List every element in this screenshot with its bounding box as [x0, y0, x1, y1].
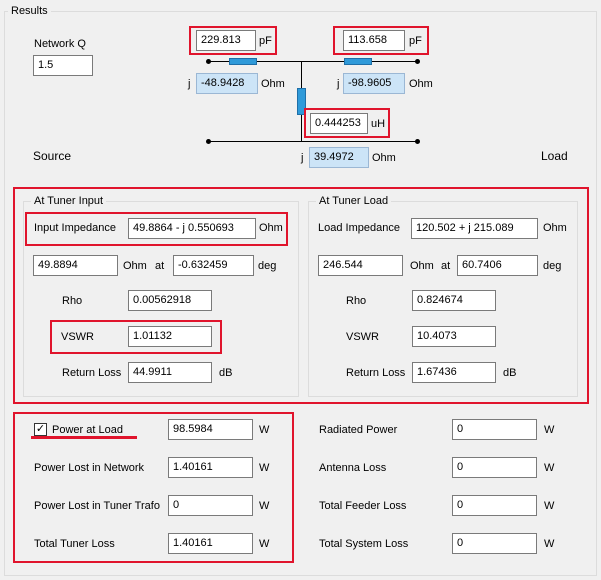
- node-dot: [415, 139, 420, 144]
- bottom-wire: [208, 141, 418, 142]
- input-angle-field[interactable]: -0.632459: [173, 255, 254, 276]
- x2-j-label: j: [337, 78, 340, 90]
- load-label: Load: [541, 149, 568, 163]
- load-at-label: at: [441, 260, 451, 272]
- antenna-loss-field[interactable]: 0: [452, 457, 537, 478]
- total-feeder-loss-label: Total Feeder Loss: [319, 500, 407, 512]
- input-return-loss-label: Return Loss: [62, 367, 122, 379]
- x1-unit-label: Ohm: [261, 78, 285, 90]
- load-angle-field[interactable]: 60.7406: [457, 255, 538, 276]
- load-impedance-field[interactable]: 120.502 + j 215.089: [411, 218, 538, 239]
- network-q-label: Network Q: [34, 38, 86, 50]
- x1-reactance-field[interactable]: -48.9428: [196, 73, 258, 94]
- power-lost-network-field[interactable]: 1.40161: [168, 457, 253, 478]
- c1-value-field[interactable]: 229.813: [196, 30, 256, 51]
- power-lost-trafo-field[interactable]: 0: [168, 495, 253, 516]
- tuner-input-title: At Tuner Input: [31, 195, 107, 207]
- inductor-value-field[interactable]: 0.444253: [310, 113, 368, 134]
- total-feeder-loss-field[interactable]: 0: [452, 495, 537, 516]
- node-dot: [206, 59, 211, 64]
- series-capacitor-1-icon: [229, 58, 257, 65]
- input-impedance-unit: Ohm: [259, 222, 283, 234]
- load-vswr-field[interactable]: 10.4073: [412, 326, 496, 347]
- total-system-loss-field[interactable]: 0: [452, 533, 537, 554]
- load-return-loss-label: Return Loss: [346, 367, 406, 379]
- c2-value-field[interactable]: 113.658: [343, 30, 405, 51]
- total-feeder-loss-unit: W: [544, 500, 555, 512]
- input-return-loss-field[interactable]: 44.9911: [128, 362, 212, 383]
- radiated-power-field[interactable]: 0: [452, 419, 537, 440]
- tuner-load-title: At Tuner Load: [316, 195, 392, 207]
- total-tuner-loss-field[interactable]: 1.40161: [168, 533, 253, 554]
- load-impedance-label: Load Impedance: [318, 222, 400, 234]
- results-title: Results: [8, 5, 51, 17]
- total-system-loss-unit: W: [544, 538, 555, 550]
- inductor-unit-label: uH: [371, 118, 386, 130]
- load-return-loss-field[interactable]: 1.67436: [412, 362, 496, 383]
- load-rho-label: Rho: [346, 295, 367, 307]
- load-magnitude-unit: Ohm: [410, 260, 434, 272]
- xl-reactance-field[interactable]: 39.4972: [309, 147, 369, 168]
- series-capacitor-2-icon: [344, 58, 372, 65]
- input-rho-label: Rho: [62, 295, 83, 307]
- x2-reactance-field[interactable]: -98.9605: [343, 73, 405, 94]
- total-tuner-loss-label: Total Tuner Loss: [34, 538, 115, 550]
- input-magnitude-field[interactable]: 49.8894: [33, 255, 118, 276]
- load-rho-field[interactable]: 0.824674: [412, 290, 496, 311]
- c1-unit-label: pF: [259, 35, 272, 47]
- input-return-loss-unit: dB: [219, 367, 233, 379]
- radiated-power-label: Radiated Power: [319, 424, 398, 436]
- xl-j-label: j: [301, 152, 304, 164]
- power-lost-network-unit: W: [259, 462, 270, 474]
- load-vswr-label: VSWR: [346, 331, 379, 343]
- input-at-label: at: [155, 260, 165, 272]
- antenna-loss-unit: W: [544, 462, 555, 474]
- x2-unit-label: Ohm: [409, 78, 433, 90]
- power-lost-trafo-label: Power Lost in Tuner Trafo: [34, 500, 160, 512]
- node-dot: [415, 59, 420, 64]
- c2-unit-label: pF: [409, 35, 422, 47]
- power-at-load-label[interactable]: Power at Load: [52, 423, 123, 437]
- xl-unit-label: Ohm: [372, 152, 396, 164]
- power-at-load-field[interactable]: 98.5984: [168, 419, 253, 440]
- power-at-load-checkbox[interactable]: ✓: [34, 423, 47, 436]
- power-lost-network-label: Power Lost in Network: [34, 462, 145, 474]
- load-return-loss-unit: dB: [503, 367, 517, 379]
- power-lost-trafo-unit: W: [259, 500, 270, 512]
- antenna-loss-label: Antenna Loss: [319, 462, 387, 474]
- input-angle-unit: deg: [258, 260, 277, 272]
- input-magnitude-unit: Ohm: [123, 260, 147, 272]
- total-system-loss-label: Total System Loss: [319, 538, 409, 550]
- network-q-input[interactable]: 1.5: [33, 55, 93, 76]
- load-angle-unit: deg: [543, 260, 562, 272]
- power-at-load-unit: W: [259, 424, 270, 436]
- node-dot: [206, 139, 211, 144]
- input-vswr-label: VSWR: [61, 331, 94, 343]
- radiated-power-unit: W: [544, 424, 555, 436]
- input-rho-field[interactable]: 0.00562918: [128, 290, 212, 311]
- load-magnitude-field[interactable]: 246.544: [318, 255, 403, 276]
- input-impedance-label: Input Impedance: [34, 222, 116, 234]
- load-impedance-unit: Ohm: [543, 222, 567, 234]
- checkbox-underline: [31, 436, 137, 439]
- input-vswr-field[interactable]: 1.01132: [128, 326, 212, 347]
- input-impedance-field[interactable]: 49.8864 - j 0.550693: [128, 218, 256, 239]
- source-label: Source: [33, 149, 72, 163]
- total-tuner-loss-unit: W: [259, 538, 270, 550]
- x1-j-label: j: [188, 78, 191, 90]
